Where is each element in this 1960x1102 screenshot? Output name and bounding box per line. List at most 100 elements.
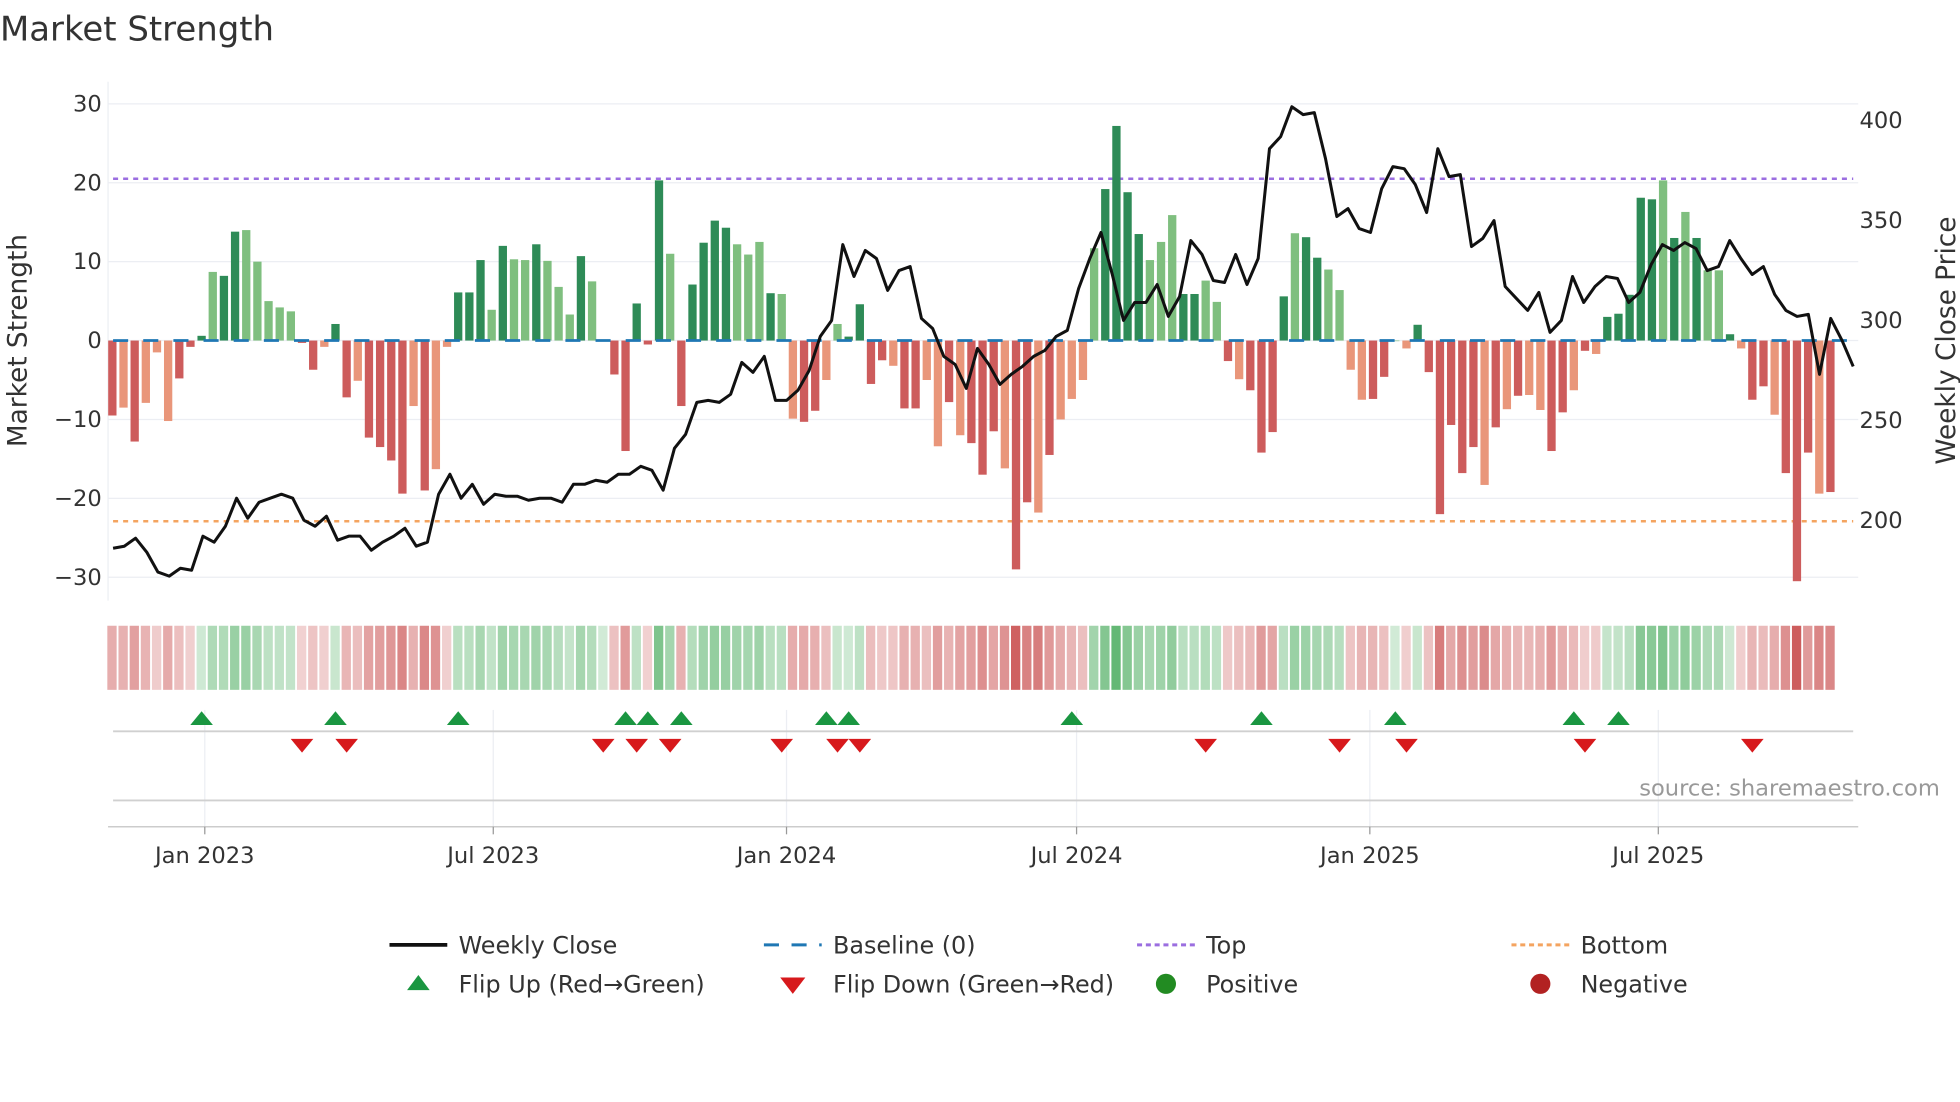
strength-bar: [1067, 340, 1076, 399]
strip-cell: [1334, 625, 1344, 690]
strength-bar: [710, 220, 719, 341]
strip-cell: [966, 625, 976, 690]
strength-bar: [1703, 270, 1712, 341]
strength-bar: [1547, 340, 1556, 452]
strength-bar: [1580, 340, 1590, 351]
strip-cell: [1457, 625, 1467, 690]
strip-cell: [1702, 625, 1712, 690]
strength-bar: [1078, 340, 1088, 381]
strip-cell: [1591, 625, 1601, 690]
strip-cell: [1635, 625, 1646, 690]
strip-cell: [1747, 625, 1757, 690]
flip-down-marker: [1573, 738, 1597, 753]
strength-bar: [309, 340, 318, 370]
strip-cell: [1267, 625, 1277, 690]
x-tick-label: Jan 2024: [735, 843, 837, 869]
strip-cell: [1780, 625, 1791, 690]
strip-cell: [1323, 625, 1333, 690]
y2-tick-label: 400: [1859, 108, 1902, 134]
strip-cell: [1791, 625, 1802, 690]
legend-label: Bottom: [1581, 932, 1669, 960]
strength-bar: [242, 230, 251, 341]
legend-label: Top: [1205, 932, 1246, 960]
legend: Weekly Close Baseline (0) Top Bottom Flip Up…: [389, 932, 1688, 999]
strength-bar: [1246, 340, 1255, 391]
strip-cell: [542, 625, 552, 690]
x-tick-label: Jan 2025: [1318, 843, 1420, 869]
strip-cell: [408, 625, 418, 690]
strength-bar: [543, 260, 552, 341]
strength-bar: [1179, 293, 1188, 341]
strip-cell: [1033, 625, 1043, 690]
strip-cell: [1468, 625, 1478, 690]
strip-cell: [676, 625, 686, 690]
strip-cell: [642, 625, 653, 690]
strip-cell: [587, 625, 597, 690]
flip-down-marker: [848, 738, 872, 753]
strip-cell: [1758, 625, 1768, 690]
strength-bar: [219, 275, 229, 341]
flip-up-marker: [1060, 711, 1084, 726]
strength-bar: [1636, 197, 1645, 341]
legend-item-negative: Negative: [1530, 971, 1688, 999]
flip-up-marker: [1250, 711, 1273, 726]
strip-cell: [1211, 625, 1222, 690]
strip-cell: [1557, 625, 1567, 690]
market-strength-chart: Market Strength Market Strength Weekly C…: [0, 9, 1960, 999]
strip-cell: [453, 625, 463, 690]
strip-cell: [129, 625, 139, 690]
strip-cell: [1691, 625, 1701, 690]
strength-bar: [1558, 340, 1567, 413]
strength-bar: [398, 340, 407, 494]
x-tick-label: Jul 2025: [1610, 843, 1704, 869]
strength-bar: [744, 254, 753, 341]
strength-bar: [1614, 313, 1623, 341]
strip-cell: [1301, 625, 1311, 690]
strength-bar: [264, 301, 273, 341]
flip-up-marker: [1607, 711, 1630, 726]
strength-bar: [454, 292, 463, 341]
strip-cell: [274, 625, 284, 690]
strip-cell: [1390, 625, 1400, 690]
strength-bar: [1536, 340, 1545, 410]
strip-cell: [475, 625, 485, 690]
legend-label: Baseline (0): [833, 932, 976, 960]
y-axis-label: Market Strength: [3, 234, 33, 447]
circle-icon: [1530, 973, 1551, 994]
strip-cell: [296, 625, 307, 690]
strength-bar: [565, 314, 574, 341]
strength-bar: [1591, 340, 1601, 354]
strip-cell: [140, 625, 151, 690]
y-tick-label: 30: [73, 91, 102, 117]
strip-cell: [1769, 625, 1779, 690]
strength-bar: [1725, 334, 1735, 341]
y2-tick-label: 300: [1859, 308, 1902, 334]
strength-bar: [822, 340, 831, 381]
strip-cell: [1814, 625, 1824, 690]
strip-cell: [631, 625, 641, 690]
strip-cell: [1446, 625, 1456, 690]
strength-bar: [643, 340, 653, 345]
strip-cell: [743, 625, 753, 690]
strip-cell: [575, 625, 586, 690]
x-tick-label: Jul 2023: [445, 843, 539, 869]
strength-bar: [788, 340, 798, 419]
strength-bar: [465, 292, 474, 341]
strength-bar: [130, 340, 139, 442]
strength-bar: [420, 340, 429, 491]
strip-cell: [218, 625, 229, 690]
flip-down-marker: [591, 738, 615, 753]
strip-cell: [988, 625, 998, 690]
strength-bar: [409, 340, 418, 407]
strength-bar: [108, 340, 117, 416]
strength-bar: [1346, 340, 1355, 370]
x-tick-label: Jul 2024: [1029, 843, 1123, 869]
strength-bar: [1792, 340, 1802, 582]
y-tick-label: −30: [54, 565, 102, 591]
strength-bar: [1000, 340, 1010, 469]
strength-bar: [1491, 340, 1500, 428]
strength-bar: [1803, 340, 1813, 453]
strength-bar: [1257, 340, 1266, 453]
strip-cell: [1234, 625, 1244, 690]
strip-cell: [1724, 625, 1735, 690]
